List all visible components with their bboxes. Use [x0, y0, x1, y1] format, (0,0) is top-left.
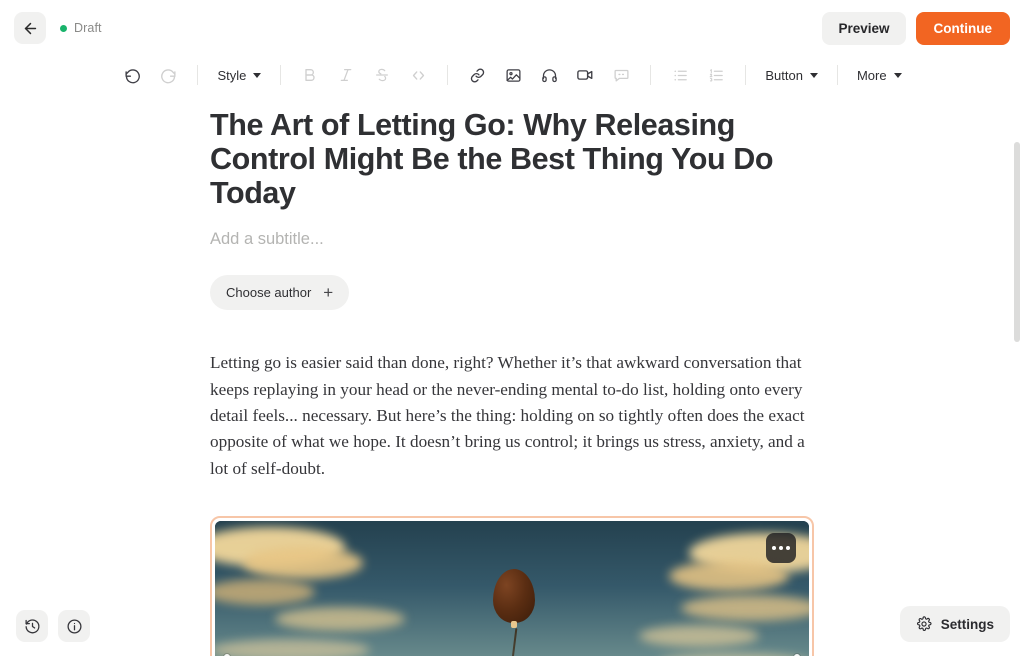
insert-video-button[interactable] [570, 61, 600, 89]
top-bar: Draft Preview Continue [0, 0, 1024, 56]
gear-icon [916, 616, 932, 631]
numbered-list-button[interactable] [701, 61, 731, 89]
code-icon [412, 70, 424, 80]
settings-label: Settings [940, 616, 994, 632]
balloon [493, 569, 535, 629]
preview-button[interactable]: Preview [822, 11, 906, 45]
more-dropdown-label: More [856, 67, 887, 83]
toolbar-divider-6 [836, 65, 838, 85]
arrow-left-icon [24, 22, 36, 34]
document-canvas: The Art of Letting Go: Why Releasing Con… [0, 94, 1024, 656]
toolbar-divider-4 [650, 65, 652, 85]
history-icon [24, 618, 39, 633]
image-options-button[interactable] [766, 533, 796, 564]
comment-button[interactable] [606, 61, 636, 89]
page-title[interactable]: The Art of Letting Go: Why Releasing Con… [210, 108, 814, 210]
strikethrough-icon [376, 68, 389, 82]
link-icon [470, 68, 485, 82]
bullet-list-button[interactable] [665, 61, 695, 89]
italic-icon [341, 69, 352, 81]
body-paragraph[interactable]: Letting go is easier said than done, rig… [210, 350, 814, 482]
ellipsis-dot [786, 546, 790, 551]
bold-icon [305, 69, 315, 81]
continue-button[interactable]: Continue [915, 11, 1010, 45]
subtitle-input[interactable]: Add a subtitle... [210, 230, 814, 249]
redo-button[interactable] [153, 61, 183, 89]
editor-app: Draft Preview Continue Style Button More… [0, 0, 1024, 656]
ellipsis-dot [772, 546, 776, 551]
chevron-down-icon [893, 72, 902, 78]
status-badge: Draft [60, 21, 102, 35]
bold-button[interactable] [295, 61, 325, 89]
button-dropdown-label: Button [765, 67, 803, 83]
headphones-icon [542, 68, 557, 82]
style-dropdown[interactable]: Style [209, 63, 269, 88]
insert-audio-button[interactable] [534, 61, 564, 89]
more-dropdown[interactable]: More [849, 63, 910, 88]
toolbar-divider-1 [197, 65, 199, 85]
comment-icon [614, 69, 629, 81]
button-dropdown[interactable]: Button [757, 63, 826, 88]
bullet-list-icon [674, 69, 687, 81]
strikethrough-button[interactable] [367, 61, 397, 89]
scrollbar-track[interactable] [1014, 96, 1020, 656]
choose-author-button[interactable]: Choose author + [210, 275, 350, 311]
video-camera-icon [577, 70, 593, 80]
cloud [243, 547, 363, 580]
style-dropdown-label: Style [217, 67, 247, 83]
scrollbar-thumb[interactable] [1014, 142, 1020, 342]
image-block[interactable] [210, 516, 814, 656]
settings-button[interactable]: Settings [899, 606, 1010, 642]
editor-toolbar: Style Button More [0, 56, 1024, 94]
image-preview[interactable] [215, 521, 809, 656]
history-button[interactable] [16, 610, 48, 642]
insert-image-button[interactable] [498, 61, 528, 89]
redo-icon [161, 68, 176, 83]
cloud [275, 607, 405, 632]
back-button[interactable] [14, 12, 46, 44]
cloud [215, 639, 370, 656]
toolbar-divider-2 [280, 65, 282, 85]
code-button[interactable] [403, 61, 433, 89]
numbered-list-icon [709, 68, 723, 81]
ellipsis-dot [779, 546, 783, 551]
top-bar-right: Preview Continue [822, 11, 1024, 45]
image-icon [506, 68, 521, 82]
info-button[interactable] [58, 610, 90, 642]
cloud [669, 561, 789, 592]
toolbar-inner: Style Button More [114, 61, 909, 89]
undo-icon [125, 68, 140, 83]
chevron-down-icon [253, 72, 262, 78]
toolbar-divider-3 [447, 65, 449, 85]
undo-button[interactable] [117, 61, 147, 89]
choose-author-label: Choose author [226, 285, 312, 301]
status-label: Draft [74, 21, 102, 35]
top-bar-left: Draft [0, 12, 102, 44]
cloud [681, 595, 809, 622]
cloud [639, 625, 759, 648]
plus-icon: + [323, 283, 334, 303]
status-dot-icon [60, 24, 67, 32]
toolbar-divider-5 [745, 65, 747, 85]
info-icon [66, 618, 82, 634]
document-body: The Art of Letting Go: Why Releasing Con… [210, 94, 814, 656]
link-button[interactable] [462, 61, 492, 89]
bottom-left-actions [16, 610, 90, 642]
italic-button[interactable] [331, 61, 361, 89]
chevron-down-icon [809, 72, 818, 78]
